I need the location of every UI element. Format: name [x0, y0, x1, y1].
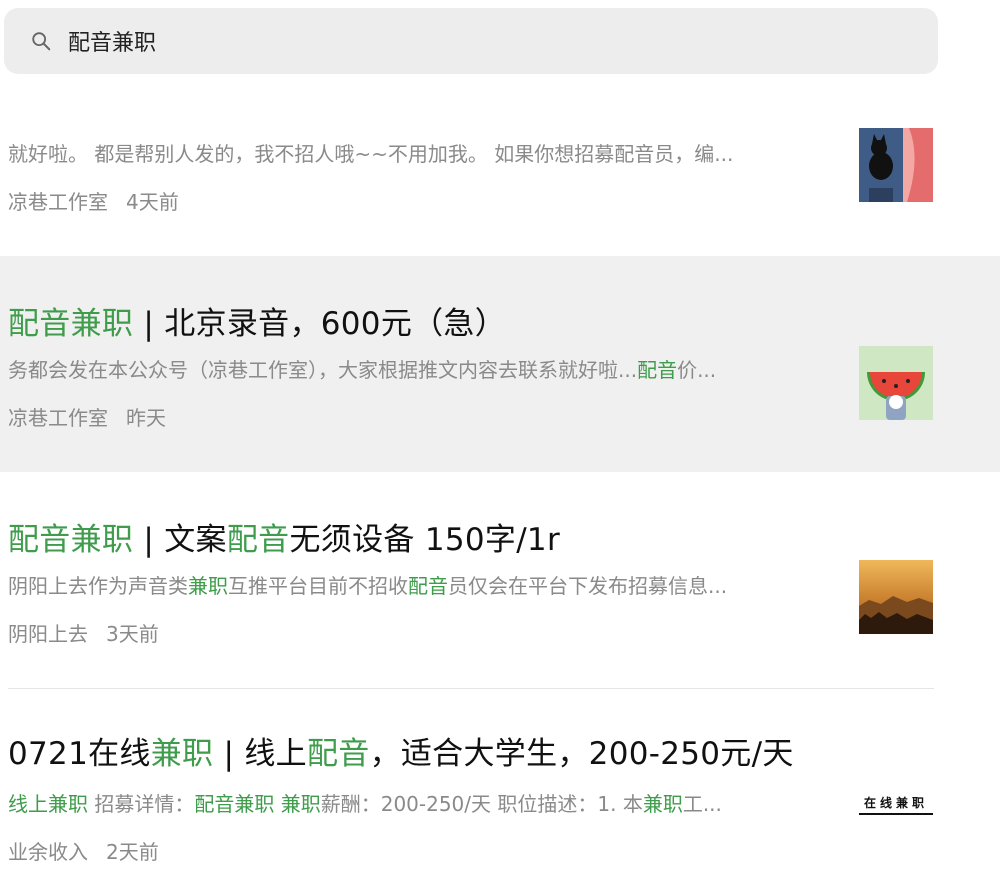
result-meta: 阴阳上去 3天前: [8, 618, 159, 647]
result-thumbnail: [859, 560, 933, 634]
result-meta: 凉巷工作室 4天前: [8, 186, 179, 215]
list-item[interactable]: 配音兼职 | 文案配音无须设备 150字/1r 阴阳上去作为声音类兼职互推平台目…: [0, 472, 1000, 688]
search-bar[interactable]: 配音兼职: [4, 8, 938, 74]
result-time: 4天前: [126, 190, 179, 214]
result-snippet: 线上兼职 招募详情：配音兼职 兼职薪酬：200-250/天 职位描述：1. 本兼…: [8, 792, 722, 816]
result-meta: 业余收入 2天前: [8, 836, 159, 865]
result-title: 配音兼职 | 北京录音，600元（急）: [8, 306, 507, 342]
search-input[interactable]: 配音兼职: [68, 25, 156, 57]
result-title: 配音兼职 | 文案配音无须设备 150字/1r: [8, 522, 561, 558]
sunset-landscape-photo-icon: [859, 560, 933, 634]
result-snippet: 就好啦。 都是帮别人发的，我不招人哦~~不用加我。 如果你想招募配音员，编...: [8, 142, 734, 166]
result-time: 3天前: [106, 622, 159, 646]
result-source[interactable]: 凉巷工作室: [8, 406, 108, 430]
search-icon: [32, 32, 51, 51]
black-cat-illustration-icon: [859, 128, 933, 202]
result-source[interactable]: 凉巷工作室: [8, 190, 108, 214]
thumbnail-text: 在线兼职: [859, 794, 933, 815]
result-meta: 凉巷工作室 昨天: [8, 402, 166, 431]
list-item[interactable]: 配音兼职 | 北京录音，600元（急） 务都会发在本公众号（凉巷工作室），大家根…: [0, 256, 1000, 472]
result-source[interactable]: 阴阳上去: [8, 622, 88, 646]
result-time: 昨天: [126, 406, 166, 430]
result-thumbnail: [859, 128, 933, 202]
result-snippet: 务都会发在本公众号（凉巷工作室），大家根据推文内容去联系就好啦...配音价...: [8, 358, 717, 382]
result-snippet: 阴阳上去作为声音类兼职互推平台目前不招收配音员仅会在平台下发布招募信息...: [8, 574, 728, 598]
result-title: 0721在线兼职 | 线上配音，适合大学生，200-250元/天: [8, 736, 794, 772]
list-item[interactable]: 0721在线兼职 | 线上配音，适合大学生，200-250元/天 线上兼职 招募…: [0, 690, 1000, 892]
result-thumbnail: [859, 346, 933, 420]
result-thumbnail: 在线兼职: [859, 778, 933, 852]
divider: [8, 688, 934, 689]
list-item[interactable]: 就好啦。 都是帮别人发的，我不招人哦~~不用加我。 如果你想招募配音员，编...…: [0, 100, 1000, 240]
result-time: 2天前: [106, 840, 159, 864]
watermelon-illustration-icon: [859, 346, 933, 420]
result-source[interactable]: 业余收入: [8, 840, 88, 864]
